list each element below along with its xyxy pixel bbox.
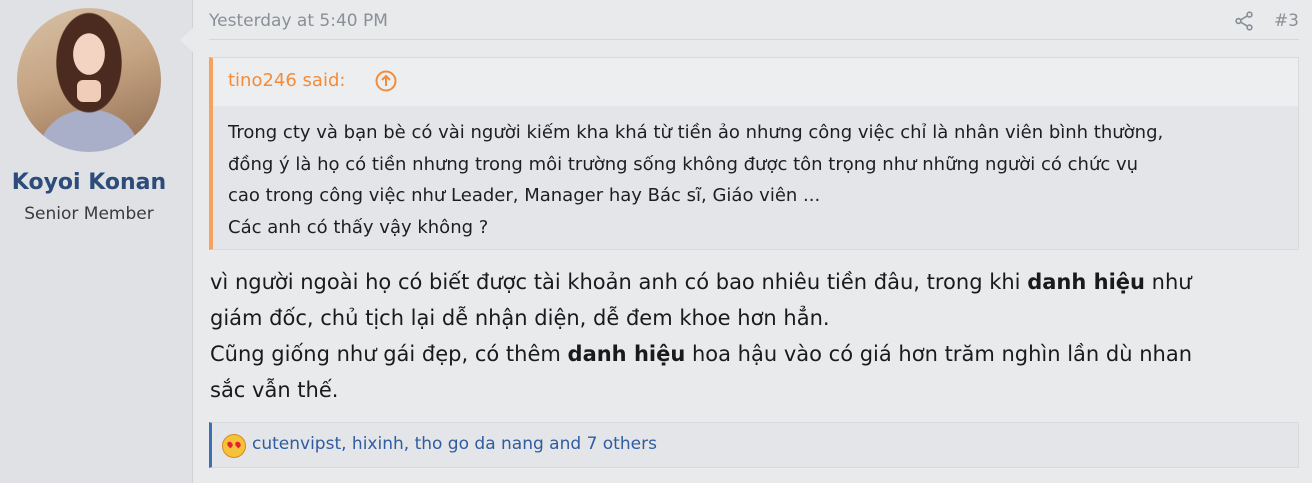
quote-line: Các anh có thấy vậy không ? [228,216,489,238]
body-text: hoa hậu vào có giá hơn trăm nghìn lần dù… [685,342,1193,366]
love-reaction-icon[interactable] [222,434,246,458]
avatar-detail [77,80,101,102]
quote-body: Trong cty và bạn bè có vài người kiếm kh… [228,117,1278,243]
arrow-up-circle-icon[interactable] [375,70,397,92]
user-title: Senior Member [24,204,154,224]
body-text: Cũng giống như gái đẹp, có thêm [210,342,568,366]
message-body: vì người ngoài họ có biết được tài khoản… [210,264,1295,408]
quote-line: cao trong công việc như Leader, Manager … [228,185,821,206]
share-icon[interactable] [1233,10,1255,32]
username[interactable]: Koyoi Konan [0,170,178,195]
reactions-list-link[interactable]: cutenvipst, hixinh, tho go da nang and 7… [252,434,657,454]
avatar[interactable] [17,8,161,152]
message-pointer [180,28,193,52]
body-text: như [1144,270,1192,294]
quote-line: đồng ý là họ có tiền nhưng trong môi trư… [228,153,1139,175]
body-line: Cũng giống như gái đẹp, có thêm danh hiệ… [210,336,1295,372]
post-number-link[interactable]: #3 [1274,11,1299,31]
body-line: giám đốc, chủ tịch lại dễ nhận diện, dễ … [210,306,830,330]
message-header: Yesterday at 5:40 PM #3 [209,8,1299,40]
body-line: vì người ngoài họ có biết được tài khoản… [210,264,1295,300]
body-bold-text: danh hiệu [567,342,686,366]
user-sidebar: Koyoi Konan Senior Member [0,0,193,483]
quote-author-link[interactable]: tino246 said: [228,70,345,91]
timestamp[interactable]: Yesterday at 5:40 PM [209,11,388,31]
quote-block: tino246 said: Trong cty và bạn bè có vài… [209,57,1299,250]
body-text: vì người ngoài họ có biết được tài khoản… [210,270,1028,294]
quote-header: tino246 said: [213,58,1298,106]
quote-line: Trong cty và bạn bè có vài người kiếm kh… [228,122,1164,143]
body-line: sắc vẫn thế. [210,378,339,402]
body-bold-text: danh hiệu [1027,270,1145,294]
reactions-bar: cutenvipst, hixinh, tho go da nang and 7… [209,422,1299,468]
